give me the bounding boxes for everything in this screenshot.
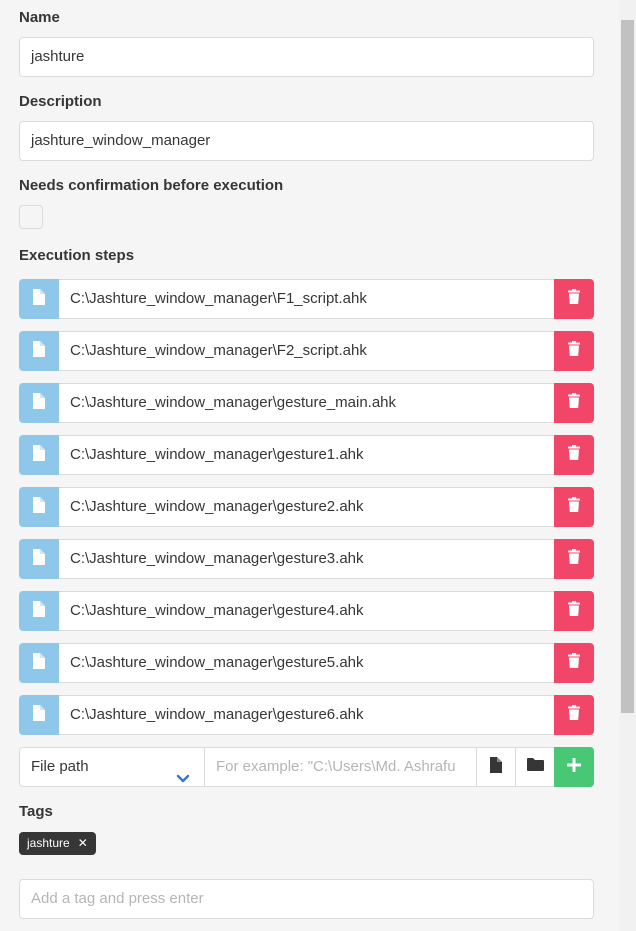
trash-icon (568, 601, 580, 621)
execution-step-row: C:\Jashture_window_manager\gesture3.ahk (19, 539, 594, 579)
execution-steps-label: Execution steps (19, 247, 135, 264)
step-path-input[interactable]: C:\Jashture_window_manager\gesture1.ahk (59, 435, 555, 475)
name-label: Name (19, 9, 60, 26)
step-path-input[interactable]: C:\Jashture_window_manager\gesture2.ahk (59, 487, 555, 527)
execution-step-row: C:\Jashture_window_manager\gesture2.ahk (19, 487, 594, 527)
step-path-input[interactable]: C:\Jashture_window_manager\F1_script.ahk (59, 279, 555, 319)
execution-step-row: C:\Jashture_window_manager\F1_script.ahk (19, 279, 594, 319)
delete-step-button[interactable] (554, 487, 594, 527)
execution-step-row: C:\Jashture_window_manager\gesture4.ahk (19, 591, 594, 631)
pick-folder-button[interactable] (515, 747, 555, 787)
trash-icon (568, 393, 580, 413)
step-file-button[interactable] (19, 435, 59, 475)
step-file-button[interactable] (19, 279, 59, 319)
file-icon (33, 340, 45, 362)
step-file-button[interactable] (19, 643, 59, 683)
add-step-button[interactable] (554, 747, 594, 787)
plus-icon (566, 757, 582, 777)
file-icon (490, 756, 502, 778)
trash-icon (568, 549, 580, 569)
step-path-input[interactable]: C:\Jashture_window_manager\gesture_main.… (59, 383, 555, 423)
delete-step-button[interactable] (554, 331, 594, 371)
step-path-input[interactable]: For example: "C:\Users\Md. Ashrafu (204, 747, 477, 787)
file-icon (33, 548, 45, 570)
confirmation-label: Needs confirmation before execution (19, 177, 284, 194)
execution-step-row: C:\Jashture_window_manager\gesture_main.… (19, 383, 594, 423)
delete-step-button[interactable] (554, 695, 594, 735)
trash-icon (568, 289, 580, 309)
scrollbar-track[interactable] (619, 0, 636, 931)
file-icon (33, 392, 45, 414)
step-file-button[interactable] (19, 695, 59, 735)
file-icon (33, 652, 45, 674)
step-file-button[interactable] (19, 331, 59, 371)
step-path-input[interactable]: C:\Jashture_window_manager\gesture4.ahk (59, 591, 555, 631)
file-icon (33, 496, 45, 518)
pick-file-button[interactable] (476, 747, 516, 787)
step-path-input[interactable]: C:\Jashture_window_manager\F2_script.ahk (59, 331, 555, 371)
execution-step-row: C:\Jashture_window_manager\gesture1.ahk (19, 435, 594, 475)
tag-chip-label: jashture (27, 836, 70, 850)
folder-icon (526, 758, 544, 776)
execution-step-row: C:\Jashture_window_manager\gesture5.ahk (19, 643, 594, 683)
file-icon (33, 704, 45, 726)
step-type-select[interactable]: File path (19, 747, 205, 787)
delete-step-button[interactable] (554, 539, 594, 579)
step-path-input[interactable]: C:\Jashture_window_manager\gesture5.ahk (59, 643, 555, 683)
execution-step-row: C:\Jashture_window_manager\gesture6.ahk (19, 695, 594, 735)
trash-icon (568, 497, 580, 517)
name-input[interactable]: jashture (19, 37, 594, 77)
trash-icon (568, 445, 580, 465)
delete-step-button[interactable] (554, 643, 594, 683)
execution-step-row: C:\Jashture_window_manager\F2_script.ahk (19, 331, 594, 371)
tags-label: Tags (19, 803, 53, 820)
step-adder: File path For example: "C:\Users\Md. Ash… (19, 747, 594, 787)
close-icon[interactable]: ✕ (78, 832, 88, 855)
step-path-input[interactable]: C:\Jashture_window_manager\gesture3.ahk (59, 539, 555, 579)
step-file-button[interactable] (19, 591, 59, 631)
delete-step-button[interactable] (554, 383, 594, 423)
trash-icon (568, 341, 580, 361)
step-file-button[interactable] (19, 487, 59, 527)
trash-icon (568, 653, 580, 673)
step-type-selected: File path (31, 758, 89, 775)
description-input[interactable]: jashture_window_manager (19, 121, 594, 161)
file-icon (33, 600, 45, 622)
delete-step-button[interactable] (554, 279, 594, 319)
step-path-input[interactable]: C:\Jashture_window_manager\gesture6.ahk (59, 695, 555, 735)
description-label: Description (19, 93, 102, 110)
chevron-down-icon (176, 761, 190, 799)
delete-step-button[interactable] (554, 591, 594, 631)
scrollbar-thumb[interactable] (621, 20, 634, 713)
file-icon (33, 288, 45, 310)
confirmation-checkbox[interactable] (19, 205, 43, 229)
step-file-button[interactable] (19, 539, 59, 579)
trash-icon (568, 705, 580, 725)
step-file-button[interactable] (19, 383, 59, 423)
tag-input[interactable]: Add a tag and press enter (19, 879, 594, 919)
tag-chip: jashture ✕ (19, 832, 96, 855)
file-icon (33, 444, 45, 466)
delete-step-button[interactable] (554, 435, 594, 475)
